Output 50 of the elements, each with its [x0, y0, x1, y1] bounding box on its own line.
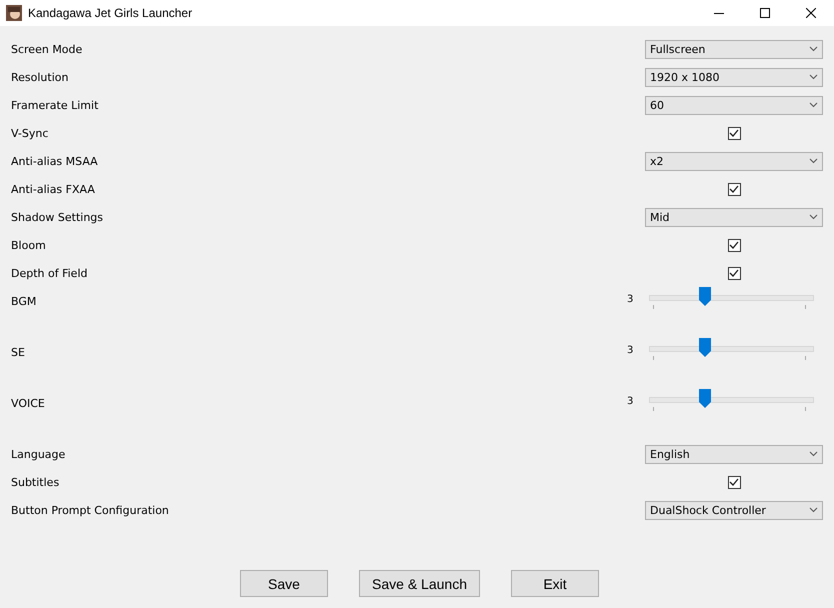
- chevron-down-icon: [809, 102, 818, 108]
- dropdown[interactable]: Fullscreen: [645, 40, 823, 58]
- dialog-button[interactable]: Save & Launch: [359, 570, 480, 597]
- setting-label: Anti-alias FXAA: [11, 182, 96, 196]
- slider[interactable]: [649, 338, 814, 360]
- setting-label: SE: [11, 346, 26, 359]
- dropdown[interactable]: Mid: [645, 208, 823, 226]
- setting-label: V-Sync: [11, 126, 50, 140]
- dropdown[interactable]: English: [645, 444, 823, 464]
- checkbox[interactable]: [728, 182, 740, 196]
- setting-label: BGM: [11, 295, 38, 308]
- setting-label: Bloom: [11, 238, 47, 252]
- dropdown[interactable]: 60: [645, 96, 823, 114]
- slider-value: 3: [627, 294, 634, 305]
- setting-label: Subtitles: [11, 476, 60, 488]
- chevron-down-icon: [809, 46, 818, 52]
- slider-value: 3: [627, 345, 634, 356]
- chevron-down-icon: [809, 507, 818, 513]
- slider[interactable]: [649, 389, 814, 411]
- setting-label: Language: [11, 448, 66, 460]
- maximize-icon[interactable]: [760, 8, 770, 18]
- checkbox[interactable]: [728, 238, 740, 252]
- dropdown[interactable]: DualShock Controller: [645, 500, 823, 520]
- setting-label: Shadow Settings: [11, 210, 104, 224]
- app-icon: [6, 5, 22, 21]
- chevron-down-icon: [809, 451, 818, 457]
- slider-value: 3: [627, 396, 634, 407]
- chevron-down-icon: [809, 74, 818, 80]
- chevron-down-icon: [809, 214, 818, 220]
- dialog-button[interactable]: Exit: [510, 570, 599, 597]
- setting-label: Resolution: [11, 70, 70, 84]
- slider-thumb[interactable]: [699, 287, 712, 306]
- setting-label: Anti-alias MSAA: [11, 154, 99, 168]
- chevron-down-icon: [809, 158, 818, 164]
- slider-thumb[interactable]: [699, 389, 712, 408]
- checkbox[interactable]: [728, 476, 740, 488]
- slider[interactable]: [649, 287, 814, 309]
- dialog-button[interactable]: Save: [240, 570, 328, 597]
- dropdown[interactable]: x2: [645, 152, 823, 170]
- setting-label: Button Prompt Configuration: [11, 504, 170, 516]
- setting-label: Framerate Limit: [11, 98, 100, 112]
- checkbox[interactable]: [728, 126, 740, 140]
- setting-label: Screen Mode: [11, 42, 84, 56]
- close-icon[interactable]: [806, 8, 816, 18]
- window-title: Kandagawa Jet Girls Launcher: [28, 6, 194, 20]
- dropdown[interactable]: 1920 x 1080: [645, 68, 823, 86]
- setting-label: VOICE: [11, 397, 46, 410]
- slider-thumb[interactable]: [699, 338, 712, 357]
- setting-label: Depth of Field: [11, 266, 88, 280]
- checkbox[interactable]: [728, 266, 740, 280]
